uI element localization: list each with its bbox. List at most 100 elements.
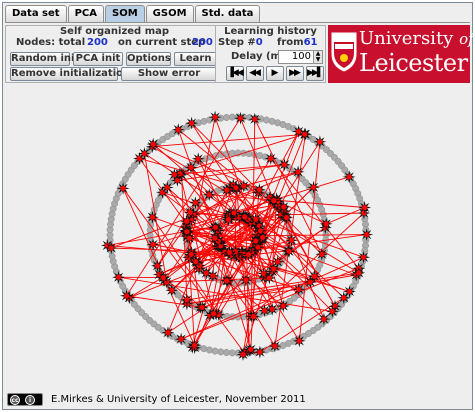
tab-som[interactable]: SOM (105, 5, 145, 23)
som-node (174, 332, 188, 346)
som-node (315, 247, 329, 261)
from-prefix: from (277, 37, 304, 48)
tab-data-set[interactable]: Data set (5, 5, 67, 23)
step-label: Step #0 (218, 37, 263, 48)
som-node (317, 312, 331, 326)
delay-spinner-arrows[interactable]: ▲ ▼ (313, 50, 323, 64)
creative-commons-badge: cc i (7, 393, 43, 406)
step-forward-button[interactable]: ▶▶ (286, 66, 304, 81)
som-node (292, 125, 306, 138)
som-node (357, 250, 371, 264)
som-map-canvas[interactable] (5, 85, 471, 390)
som-node (342, 170, 356, 184)
som-node (234, 111, 247, 125)
som-node (268, 339, 282, 353)
data-point (223, 114, 230, 121)
som-map-svg (100, 110, 374, 361)
som-node (267, 194, 281, 208)
data-point (217, 348, 225, 356)
som-node (242, 248, 255, 261)
logo-of-word: of (459, 30, 474, 48)
data-point (223, 349, 230, 356)
som-node (238, 210, 252, 224)
data-point (211, 347, 219, 355)
som-node (208, 110, 222, 124)
first-step-button[interactable]: ▐◀◀ (226, 66, 244, 81)
som-node (352, 266, 366, 280)
som-node (360, 228, 374, 242)
som-node (239, 273, 253, 287)
logo-university-word: University (359, 28, 454, 49)
som-node (256, 230, 270, 244)
som-node (252, 183, 266, 197)
som-node (358, 201, 372, 214)
som-node (189, 255, 203, 269)
data-point (263, 116, 270, 124)
learning-history-panel: Learning history Step #0 from61 Delay (m… (215, 25, 326, 83)
play-button[interactable]: ▶ (266, 66, 284, 81)
som-node (221, 213, 235, 227)
data-point (228, 113, 236, 121)
som-node (180, 214, 194, 228)
som-node (325, 304, 339, 318)
step-prefix: Step # (218, 37, 256, 48)
som-node (156, 271, 170, 285)
learn-button[interactable]: Learn (174, 52, 217, 66)
som-node (184, 160, 198, 174)
show-error-button[interactable]: Show error (121, 67, 217, 81)
history-panel-title: Learning history (224, 26, 317, 37)
som-edge (277, 227, 326, 263)
som-node (271, 255, 285, 269)
tab-divider (5, 22, 470, 23)
tab-std-data[interactable]: Std. data (194, 5, 261, 23)
data-point (200, 117, 208, 125)
options-button[interactable]: Options (126, 52, 171, 66)
som-node (161, 326, 175, 340)
som-node (195, 300, 209, 314)
step-back-button[interactable]: ◀◀ (246, 66, 264, 81)
logo-leicester-text: Leicester (359, 49, 468, 77)
som-node (307, 269, 321, 283)
som-node (180, 225, 194, 239)
step-value: 0 (255, 37, 263, 48)
cc-icon: cc (10, 395, 20, 405)
som-node (145, 210, 159, 224)
som-node (319, 217, 333, 231)
som-node (183, 205, 197, 219)
som-node (236, 348, 250, 361)
som-node (262, 271, 276, 285)
remove-initialization-button[interactable]: Remove initialization (10, 67, 130, 81)
som-node (292, 334, 306, 348)
som-node (137, 147, 151, 160)
som-node (167, 168, 181, 182)
som-node (191, 152, 205, 166)
from-value: 61 (303, 37, 318, 48)
current-step-value: 200 (192, 37, 213, 48)
som-node (160, 181, 174, 194)
by-icon: i (25, 395, 35, 405)
som-node (116, 181, 130, 195)
som-node (223, 245, 237, 259)
som-node (220, 274, 234, 288)
tab-pca[interactable]: PCA (67, 5, 104, 23)
som-node (185, 116, 199, 130)
last-step-button[interactable]: ▶▶▌ (306, 66, 324, 81)
som-node (248, 112, 262, 126)
tab-gsom[interactable]: GSOM (145, 5, 194, 23)
random-init-button[interactable]: Random init (10, 52, 79, 66)
som-node (307, 180, 320, 194)
som-node (292, 282, 306, 296)
footer-bar: cc i E.Mirkes & University of Leicester,… (5, 391, 471, 409)
som-edge (191, 122, 256, 223)
som-node (220, 183, 234, 197)
pca-init-button[interactable]: PCA init (73, 52, 123, 66)
som-node (146, 137, 160, 151)
logo-university-text: University of (359, 29, 474, 49)
som-node (188, 338, 201, 352)
delay-input[interactable]: 100 (278, 50, 314, 64)
footer-credit: E.Mirkes & University of Leicester, Nove… (51, 394, 306, 405)
from-label: from61 (277, 37, 318, 48)
som-node (120, 289, 133, 303)
som-node (276, 299, 290, 313)
som-node (229, 181, 243, 195)
